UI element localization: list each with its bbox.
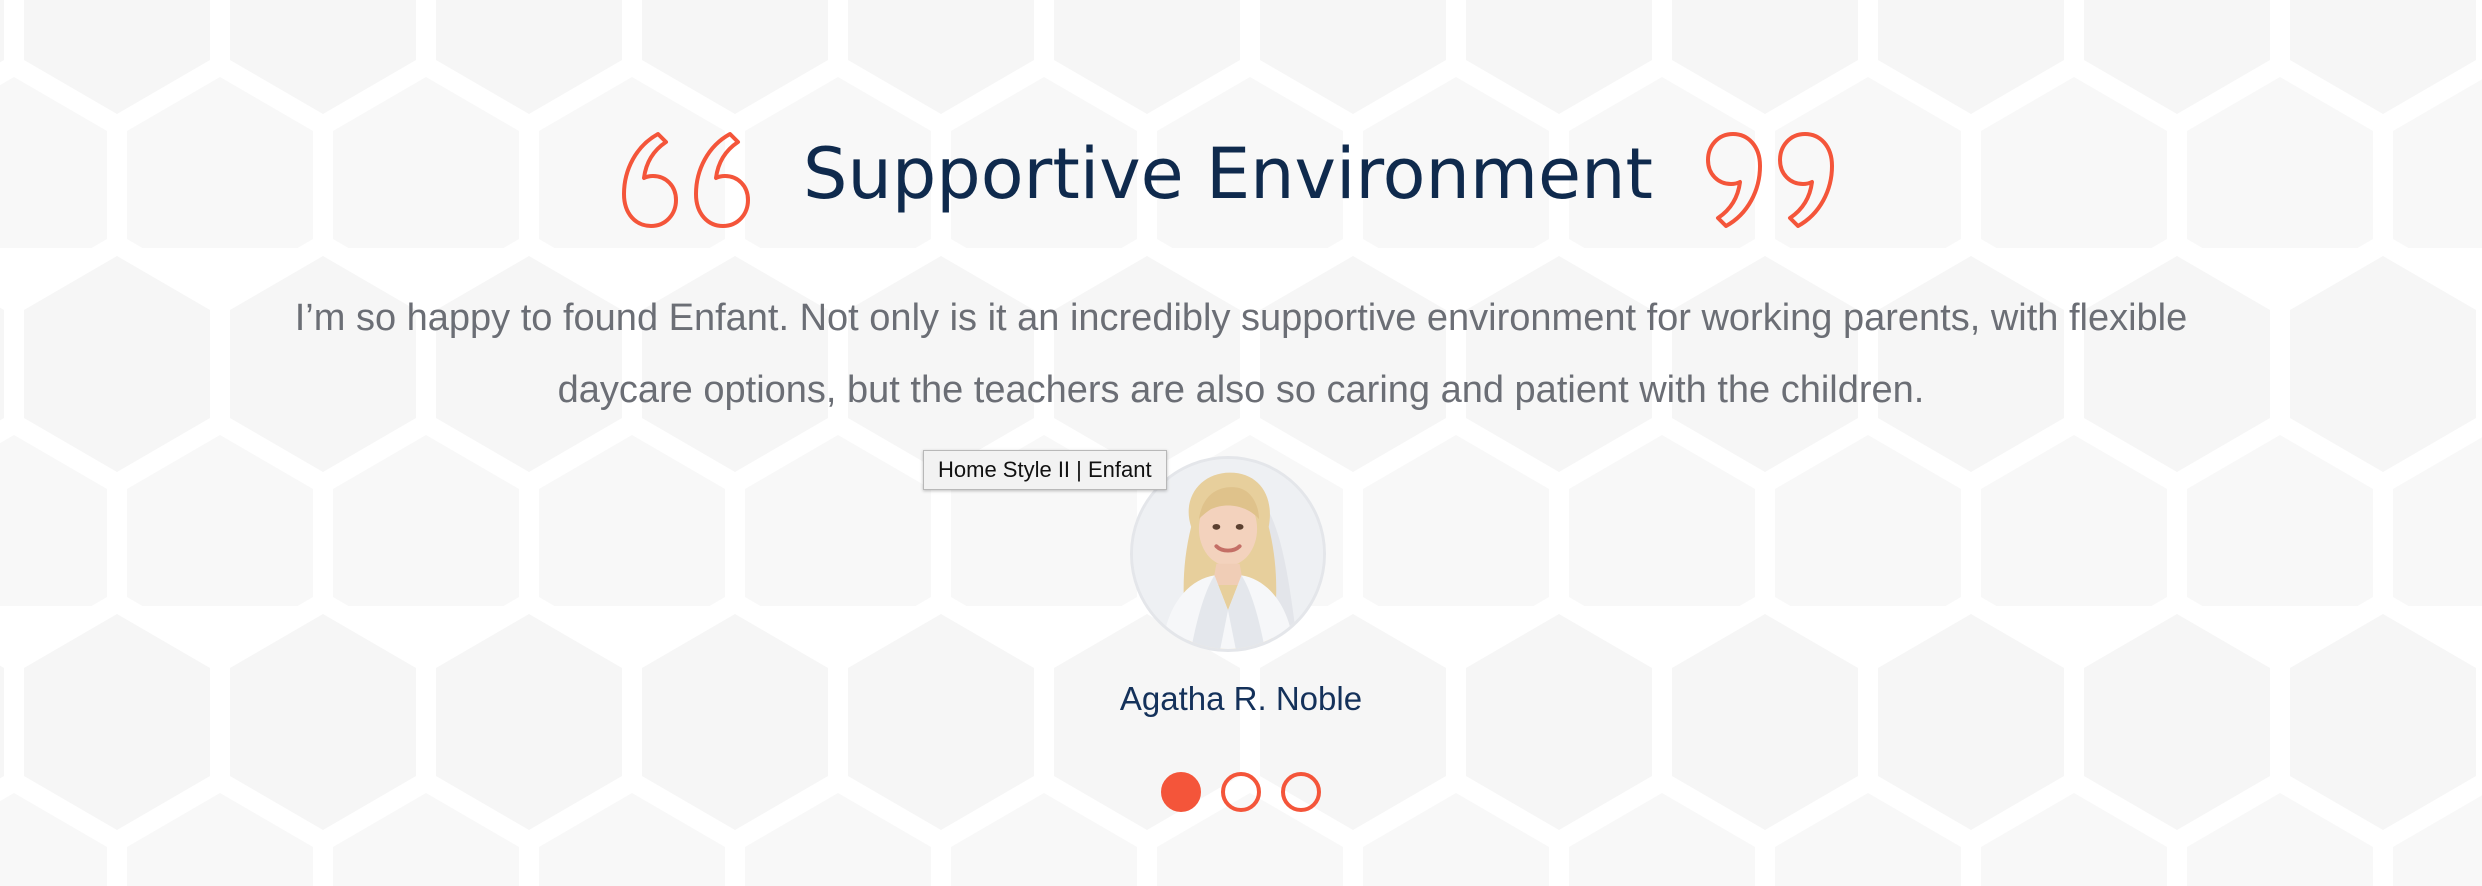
testimonial-section: Supportive Environment I’m so happy to f… — [0, 0, 2482, 886]
tooltip: Home Style II | Enfant — [923, 450, 1167, 490]
carousel-dot-3[interactable] — [1281, 772, 1321, 812]
testimonial-heading: Supportive Environment — [0, 118, 2482, 238]
carousel-dot-2[interactable] — [1221, 772, 1261, 812]
carousel-dot-1[interactable] — [1161, 772, 1201, 812]
testimonial-quote: I’m so happy to found Enfant. Not only i… — [294, 297, 2188, 411]
testimonial-title: Supportive Environment — [803, 133, 1653, 215]
carousel-pagination — [0, 772, 2482, 812]
open-quote-icon — [622, 132, 750, 228]
author-name: Agatha R. Noble — [1119, 680, 1363, 717]
close-quote-icon — [1706, 132, 1834, 228]
